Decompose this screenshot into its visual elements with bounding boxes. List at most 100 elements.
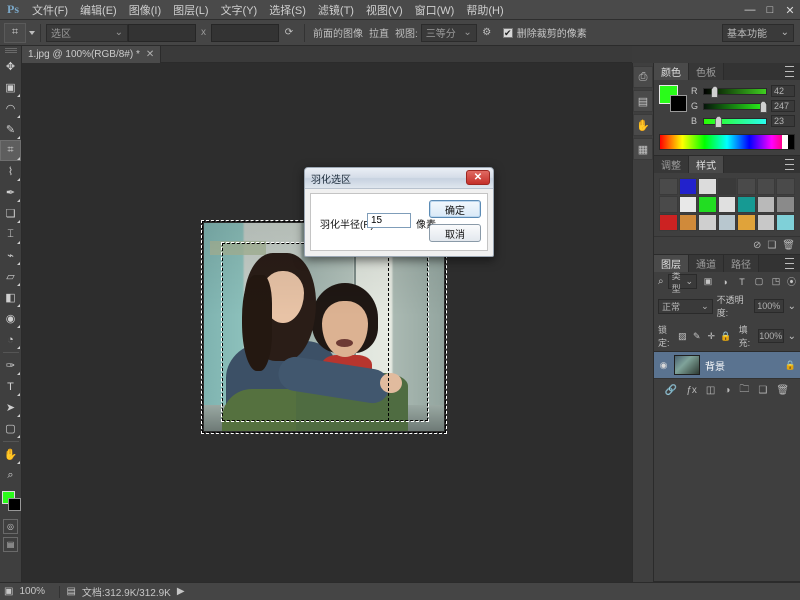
style-swatch[interactable] <box>776 214 795 231</box>
brush-tool[interactable]: ❏ <box>0 203 21 224</box>
tab-color[interactable]: 颜色 <box>654 63 689 80</box>
menu-select[interactable]: 选择(S) <box>263 0 312 20</box>
marquee-tool[interactable]: ▣ <box>0 77 21 98</box>
group-icon[interactable]: 🗀 <box>739 382 749 399</box>
style-swatch[interactable] <box>659 214 678 231</box>
search-icon[interactable]: ⌕ <box>658 276 664 287</box>
history-brush-tool[interactable]: ⌁ <box>0 245 21 266</box>
style-swatch[interactable] <box>737 196 756 213</box>
toolbox-grip[interactable] <box>5 48 17 53</box>
style-swatch[interactable] <box>776 196 795 213</box>
tool-preset-chevron-down-icon[interactable] <box>29 31 35 35</box>
healing-brush-tool[interactable]: ✒ <box>0 182 21 203</box>
blend-mode-select[interactable]: 正常 ⌄ <box>658 299 713 314</box>
quick-mask-icon[interactable]: ◎ <box>3 519 18 534</box>
adjustment-icon[interactable]: ◑ <box>724 385 730 396</box>
history-panel-icon[interactable]: ⎙ <box>633 66 653 88</box>
style-swatch[interactable] <box>679 214 698 231</box>
maximize-button[interactable]: □ <box>760 0 780 20</box>
zoom-level[interactable]: 100% <box>19 586 53 597</box>
slider-thumb-r[interactable] <box>711 86 718 98</box>
slider-track-b[interactable] <box>703 118 767 125</box>
close-icon[interactable]: ✕ <box>146 49 154 60</box>
background-color-swatch[interactable] <box>670 95 687 112</box>
mask-icon[interactable]: ◫ <box>706 385 715 396</box>
reset-icon[interactable]: ⟳ <box>279 23 299 43</box>
properties-panel-icon[interactable]: ✋ <box>633 114 653 136</box>
workspace-select[interactable]: 基本功能 ⌄ <box>722 24 794 42</box>
crop-height-input[interactable] <box>211 24 279 42</box>
quick-selection-tool[interactable]: ✎ <box>0 119 21 140</box>
blur-tool[interactable]: ◉ <box>0 308 21 329</box>
rectangle-shape-tool[interactable]: ▢ <box>0 418 21 439</box>
delete-style-icon[interactable]: 🗑 <box>782 240 795 251</box>
menu-type[interactable]: 文字(Y) <box>215 0 264 20</box>
menu-view[interactable]: 视图(V) <box>360 0 409 20</box>
tab-channels[interactable]: 通道 <box>689 255 724 272</box>
menu-file[interactable]: 文件(F) <box>26 0 74 20</box>
style-swatch[interactable] <box>757 196 776 213</box>
style-swatch[interactable] <box>757 178 776 195</box>
ok-button[interactable]: 确定 <box>429 200 481 218</box>
lock-image-icon[interactable]: ✎ <box>692 329 702 343</box>
opacity-value[interactable]: 100% <box>754 299 784 313</box>
style-swatch[interactable] <box>776 178 795 195</box>
dialog-close-button[interactable]: ✕ <box>466 170 490 185</box>
tab-adjustments[interactable]: 调整 <box>654 156 689 173</box>
straighten-button[interactable]: 拉直 <box>366 23 392 43</box>
color-panel-chips[interactable] <box>659 85 685 113</box>
gradient-tool[interactable]: ◧ <box>0 287 21 308</box>
actions-panel-icon[interactable]: ▤ <box>633 90 653 112</box>
canvas-area[interactable] <box>22 63 632 582</box>
slider-track-g[interactable] <box>703 103 767 110</box>
lasso-tool[interactable]: ◠ <box>0 98 21 119</box>
fill-chevron-down-icon[interactable]: ⌄ <box>788 331 796 342</box>
smart-filter-icon[interactable]: ◳ <box>769 275 783 289</box>
dialog-title-bar[interactable]: 羽化选区 ✕ <box>305 168 493 189</box>
menu-window[interactable]: 窗口(W) <box>409 0 461 20</box>
front-image-button[interactable]: 前面的图像 <box>310 23 366 43</box>
style-swatch[interactable] <box>718 214 737 231</box>
tab-swatches[interactable]: 色板 <box>689 63 724 80</box>
style-swatch[interactable] <box>718 178 737 195</box>
style-swatch[interactable] <box>757 214 776 231</box>
channel-value-g[interactable]: 247 <box>771 100 795 112</box>
panel-menu-icon[interactable] <box>785 258 797 269</box>
channel-value-b[interactable]: 23 <box>771 115 795 127</box>
shape-filter-icon[interactable]: ▢ <box>752 275 766 289</box>
tab-styles[interactable]: 样式 <box>689 156 724 173</box>
crop-width-input[interactable] <box>128 24 196 42</box>
style-swatch[interactable] <box>698 178 717 195</box>
cancel-button[interactable]: 取消 <box>429 224 481 242</box>
pixel-filter-icon[interactable]: ▣ <box>701 275 715 289</box>
style-swatch[interactable] <box>737 214 756 231</box>
clear-style-icon[interactable]: ⊘ <box>753 240 761 251</box>
style-swatch[interactable] <box>718 196 737 213</box>
minimize-button[interactable]: — <box>740 0 760 20</box>
dodge-tool[interactable]: ◔ <box>0 329 21 350</box>
close-button[interactable]: ✕ <box>780 0 800 20</box>
screen-mode-status-icon[interactable]: ▣ <box>4 586 13 597</box>
path-selection-tool[interactable]: ➤ <box>0 397 21 418</box>
feather-radius-input[interactable]: 15 <box>367 213 411 228</box>
status-expand-arrow-icon[interactable]: ▶ <box>177 586 185 597</box>
eye-icon[interactable]: ◉ <box>658 360 669 371</box>
channel-value-r[interactable]: 42 <box>771 85 795 97</box>
style-swatch[interactable] <box>698 196 717 213</box>
fill-value[interactable]: 100% <box>758 329 784 343</box>
panel-menu-icon[interactable] <box>785 159 797 170</box>
layer-row-background[interactable]: ◉ 背景 🔒 <box>654 351 800 378</box>
move-tool[interactable]: ✥ <box>0 56 21 77</box>
delete-cropped-pixels-checkbox[interactable]: ✔ 删除裁剪的像素 <box>503 25 587 40</box>
slider-thumb-g[interactable] <box>760 101 767 113</box>
crop-overlay-select[interactable]: 三等分 ⌄ <box>421 24 477 42</box>
adjustment-filter-icon[interactable]: ◑ <box>718 275 732 289</box>
link-icon[interactable]: 🔗 <box>665 385 677 396</box>
filter-toggle-icon[interactable]: ⦿ <box>787 275 796 289</box>
navigator-panel-icon[interactable]: ▦ <box>633 138 653 160</box>
eyedropper-tool[interactable]: ⌇ <box>0 161 21 182</box>
new-style-icon[interactable]: ❑ <box>767 240 776 251</box>
tab-layers[interactable]: 图层 <box>654 255 689 272</box>
background-color-chip[interactable] <box>8 498 21 511</box>
pen-tool[interactable]: ✑ <box>0 355 21 376</box>
